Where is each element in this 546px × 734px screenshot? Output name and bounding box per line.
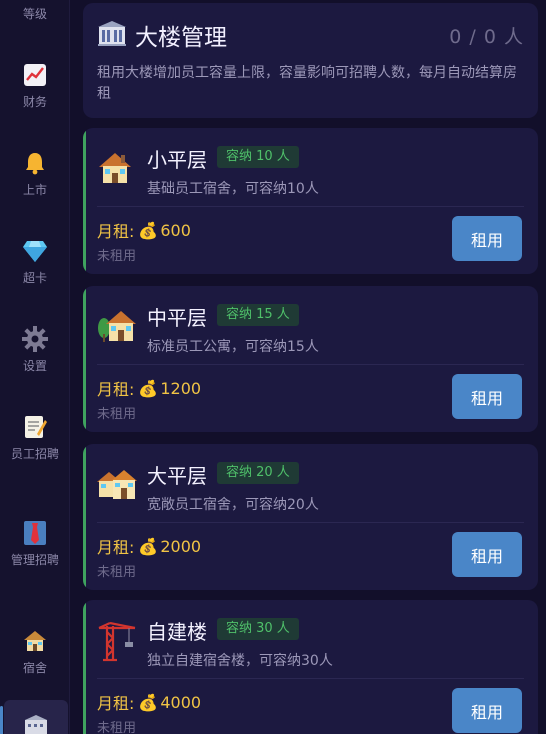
money-bag-icon: 💰	[138, 692, 159, 712]
sidebar-item-label: 财务	[22, 95, 47, 109]
floor-description: 宽敞员工宿舍，可容纳20人	[147, 497, 319, 513]
money-bag-icon: 💰	[138, 536, 159, 556]
floor-card-self-built: 自建楼 容纳 30 人 独立自建宿舍楼，可容纳30人 月租: 💰 4000 未租…	[83, 600, 538, 734]
rental-status: 未租用	[97, 407, 137, 422]
divider	[97, 678, 524, 679]
crane-icon	[97, 621, 137, 662]
floor-description: 独立自建宿舍楼，可容纳30人	[147, 653, 333, 669]
rent-value: 1200	[160, 378, 202, 398]
sidebar-item-dorm[interactable]: 宿舍	[0, 628, 70, 677]
rental-status: 未租用	[97, 565, 137, 580]
money-bag-icon: 💰	[138, 220, 159, 240]
diamond-icon	[22, 238, 48, 264]
floor-name: 自建楼	[147, 620, 207, 644]
rent-button[interactable]: 租用	[452, 532, 522, 577]
rent-button[interactable]: 租用	[452, 688, 522, 733]
house-with-tree-icon	[97, 308, 137, 348]
floor-name: 中平层	[147, 306, 207, 330]
house-icon	[22, 628, 48, 654]
sidebar-item-label: 设置	[22, 359, 47, 373]
rent-value: 600	[160, 220, 191, 240]
money-bag-icon: 💰	[138, 378, 159, 398]
sidebar-item-manager-recruit[interactable]: 管理招聘	[0, 520, 70, 569]
rent-button[interactable]: 租用	[452, 216, 522, 261]
rent-label: 月租:	[97, 694, 135, 713]
capacity-badge: 容纳 15 人	[217, 304, 299, 326]
capacity-badge: 容纳 20 人	[217, 462, 299, 484]
sidebar-item-label: 超卡	[22, 271, 47, 285]
capacity-badge: 容纳 30 人	[217, 618, 299, 640]
floor-card-large: 大平层 容纳 20 人 宽敞员工宿舍，可容纳20人 月租: 💰 2000 未租用…	[83, 444, 538, 590]
divider	[97, 206, 524, 207]
monthly-rent: 月租: 💰 4000	[97, 690, 201, 714]
sidebar-item-ipo[interactable]: 上市	[0, 150, 70, 199]
rent-label: 月租:	[97, 222, 135, 241]
floor-name: 大平层	[147, 464, 207, 488]
building-icon	[23, 714, 49, 734]
divider	[97, 364, 524, 365]
rent-value: 4000	[160, 692, 202, 712]
sidebar-item-staff-recruit[interactable]: 员工招聘	[0, 414, 70, 463]
monthly-rent: 月租: 💰 1200	[97, 376, 201, 400]
house-icon	[97, 150, 137, 190]
sidebar-item-settings[interactable]: 设置	[0, 326, 70, 375]
sidebar-item-label: 管理招聘	[10, 553, 59, 567]
floor-description: 基础员工宿舍，可容纳10人	[147, 181, 319, 197]
capacity-badge: 容纳 10 人	[217, 146, 299, 168]
sidebar-item-label: 等级	[22, 7, 47, 21]
rent-label: 月租:	[97, 538, 135, 557]
sidebar-item-level[interactable]: 等级	[0, 6, 70, 23]
rental-status: 未租用	[97, 249, 137, 264]
gear-icon	[22, 326, 48, 352]
monthly-rent: 月租: 💰 2000	[97, 534, 201, 558]
monthly-rent: 月租: 💰 600	[97, 218, 191, 242]
floor-name: 小平层	[147, 148, 207, 172]
chart-icon	[22, 62, 48, 88]
tie-icon	[22, 520, 48, 546]
building-icon	[97, 19, 127, 51]
memo-icon	[22, 414, 48, 440]
divider	[97, 522, 524, 523]
sidebar-item-label: 员工招聘	[10, 447, 59, 461]
bell-icon	[22, 150, 48, 176]
houses-icon	[97, 466, 137, 506]
floor-description: 标准员工公寓，可容纳15人	[147, 339, 319, 355]
sidebar: 等级 财务 上市 超卡 设置 员工招聘 管理招聘 宿舍	[0, 0, 70, 734]
rental-status: 未租用	[97, 721, 137, 734]
sidebar-item-finance[interactable]: 财务	[0, 62, 70, 111]
rent-button[interactable]: 租用	[452, 374, 522, 419]
rent-value: 2000	[160, 536, 202, 556]
floor-card-medium: 中平层 容纳 15 人 标准员工公寓，可容纳15人 月租: 💰 1200 未租用…	[83, 286, 538, 432]
sidebar-item-label: 上市	[22, 183, 47, 197]
floor-card-small: 小平层 容纳 10 人 基础员工宿舍，可容纳10人 月租: 💰 600 未租用 …	[83, 128, 538, 274]
page-description: 租用大楼增加员工容量上限，容量影响可招聘人数，每月自动结算房租	[97, 65, 517, 102]
sidebar-item-label: 宿舍	[22, 661, 47, 675]
sidebar-item-supercard[interactable]: 超卡	[0, 238, 70, 287]
capacity-count: 0 / 0 人	[449, 25, 524, 48]
page-title: 大楼管理	[135, 25, 227, 51]
rent-label: 月租:	[97, 380, 135, 399]
building-management-header: 大楼管理 0 / 0 人 租用大楼增加员工容量上限，容量影响可招聘人数，每月自动…	[83, 3, 538, 118]
sidebar-item-building[interactable]	[0, 700, 68, 734]
